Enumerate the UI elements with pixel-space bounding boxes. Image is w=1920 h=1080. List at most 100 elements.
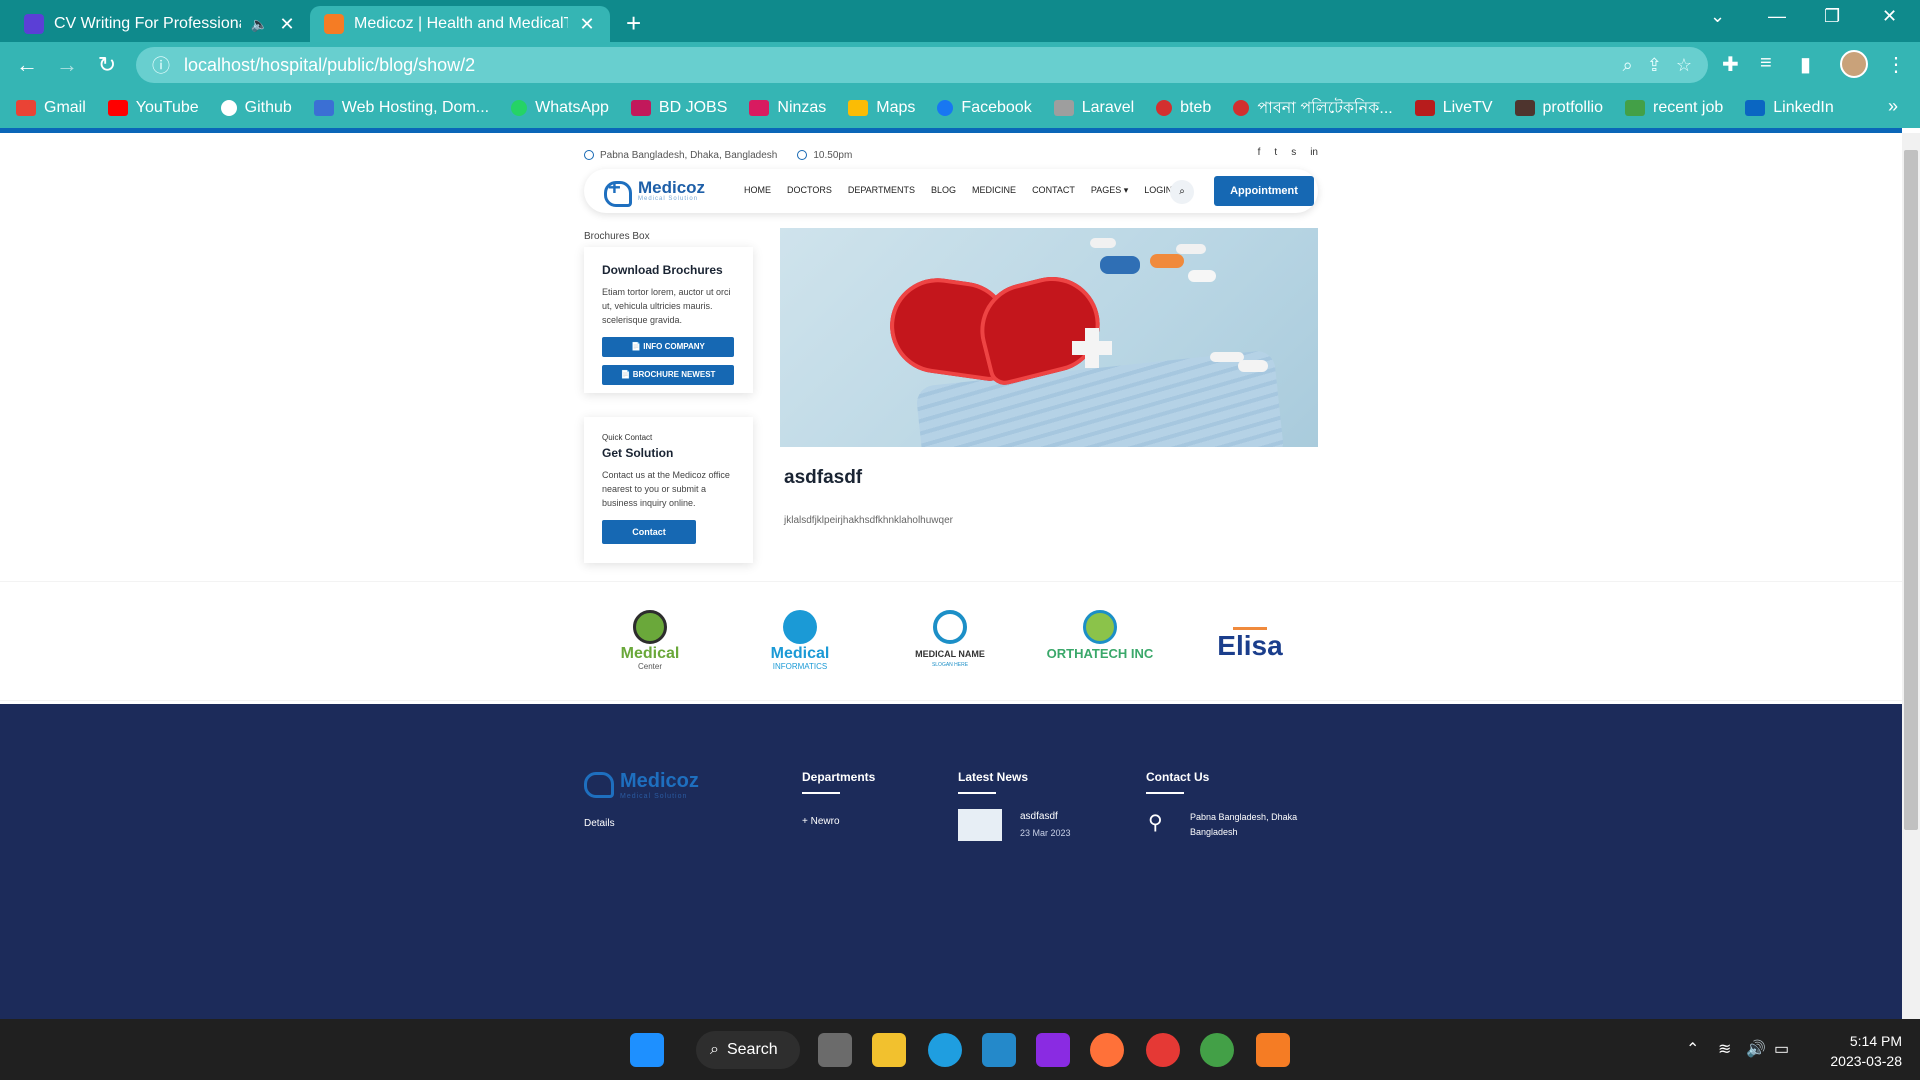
brand-medical-name[interactable]: MEDICAL NAME SLOGAN HERE: [890, 610, 1010, 668]
bookmark-youtube[interactable]: YouTube: [107, 99, 199, 117]
edge-icon[interactable]: [928, 1033, 962, 1067]
back-icon[interactable]: ←: [12, 52, 42, 78]
skype-icon[interactable]: s: [1291, 147, 1296, 158]
footer-logo[interactable]: Medicoz Medical Solution: [584, 770, 699, 800]
forward-icon[interactable]: →: [52, 52, 82, 78]
tab-cv-writing[interactable]: CV Writing For Professionals 🔈 ✕: [10, 6, 310, 42]
button-label: BROCHURE NEWEST: [632, 370, 716, 379]
search-label: Search: [726, 1041, 778, 1058]
page-scrollbar-thumb[interactable]: [1904, 150, 1918, 830]
wifi-icon[interactable]: ≋: [1718, 1039, 1731, 1059]
bookmark-maps[interactable]: Maps: [848, 99, 915, 117]
brand-orthatech[interactable]: ORTHATECH INC: [1040, 610, 1160, 662]
tab-favicon-icon: [24, 14, 44, 34]
menu-pages[interactable]: PAGES ▾: [1091, 185, 1128, 196]
bookmark-bdjobs[interactable]: BD JOBS: [630, 99, 727, 117]
bookmark-pabna-polytechnic[interactable]: পাবনা পলিটেকনিক...: [1233, 95, 1393, 122]
facebook-icon[interactable]: f: [1258, 147, 1261, 158]
task-view-icon[interactable]: [818, 1033, 852, 1067]
brochure-newest-button[interactable]: 📄 BROCHURE NEWEST: [602, 365, 734, 385]
medical-center-logo-icon: [633, 610, 667, 644]
heartbeat-logo-icon: [1233, 610, 1267, 630]
tab-search-icon[interactable]: ⌄: [1710, 6, 1725, 27]
bookmark-livetv[interactable]: LiveTV: [1414, 99, 1493, 117]
speaker-icon[interactable]: 🔈: [251, 16, 268, 33]
volume-icon[interactable]: 🔊: [1746, 1039, 1766, 1059]
brand-medical-informatics[interactable]: Medical INFORMATICS: [740, 610, 860, 671]
bookmark-bteb[interactable]: bteb: [1156, 99, 1211, 117]
bookmark-linkedin[interactable]: LinkedIn: [1745, 99, 1834, 117]
close-tab-icon[interactable]: ✕: [278, 14, 296, 35]
menu-departments[interactable]: DEPARTMENTS: [848, 185, 915, 196]
close-window-icon[interactable]: ✕: [1882, 6, 1897, 27]
appointment-button[interactable]: Appointment: [1214, 176, 1314, 206]
menu-login[interactable]: LOGIN: [1144, 185, 1172, 196]
menu-contact[interactable]: CONTACT: [1032, 185, 1075, 196]
brand-name: Medical: [770, 645, 830, 662]
contact-button[interactable]: Contact: [602, 520, 696, 544]
reload-icon[interactable]: ↻: [92, 52, 122, 78]
bookmark-ninzas[interactable]: Ninzas: [749, 99, 826, 117]
linkedin-icon[interactable]: in: [1310, 147, 1318, 158]
system-clock[interactable]: 5:14 PM 2023-03-28: [1812, 1031, 1902, 1071]
share-icon[interactable]: ⇪: [1647, 55, 1662, 76]
media-icon[interactable]: ≡: [1760, 52, 1772, 75]
brand-medical-center[interactable]: Medical Center: [590, 610, 710, 671]
bookmark-label: LinkedIn: [1773, 99, 1834, 116]
bookmark-whatsapp[interactable]: WhatsApp: [511, 99, 609, 117]
menu-home[interactable]: HOME: [744, 185, 771, 196]
url-text[interactable]: localhost/hospital/public/blog/show/2: [184, 55, 1609, 76]
brand-elisa[interactable]: Elisa: [1190, 610, 1310, 660]
news-title[interactable]: asdfasdf: [1020, 811, 1058, 822]
site-logo[interactable]: Medicoz Medical Solution: [602, 175, 705, 207]
youtube-icon: [107, 100, 128, 116]
firefox-icon[interactable]: [1090, 1033, 1124, 1067]
menu-medicine[interactable]: MEDICINE: [972, 185, 1016, 196]
site-info-icon[interactable]: ⓘ: [152, 52, 170, 78]
location-pin-icon: ⚲: [1148, 812, 1163, 834]
bookmark-laravel[interactable]: Laravel: [1053, 99, 1134, 117]
tab-medicoz[interactable]: Medicoz | Health and MedicalTem ✕: [310, 6, 610, 42]
search-icon[interactable]: ⌕: [1170, 180, 1194, 204]
minimize-icon[interactable]: —: [1768, 6, 1786, 27]
vscode-icon[interactable]: [982, 1033, 1016, 1067]
more-bookmarks-icon[interactable]: »: [1888, 96, 1898, 117]
battery-icon[interactable]: ▭: [1774, 1039, 1789, 1059]
browser-titlebar: CV Writing For Professionals 🔈 ✕ Medicoz…: [0, 0, 1920, 42]
bookmark-gmail[interactable]: Gmail: [16, 99, 86, 117]
info-company-button[interactable]: 📄 INFO COMPANY: [602, 337, 734, 357]
menu-blog[interactable]: BLOG: [931, 185, 956, 196]
xampp-icon[interactable]: [1256, 1033, 1290, 1067]
bookmark-facebook[interactable]: Facebook: [937, 99, 1032, 117]
zoom-icon[interactable]: ⌕: [1623, 55, 1633, 76]
footer-department-item[interactable]: + Newro: [802, 816, 840, 827]
menu-kebab-icon[interactable]: ⋮: [1886, 52, 1906, 77]
side-panel-icon[interactable]: ▮: [1800, 52, 1811, 77]
bookmark-github[interactable]: Github: [220, 99, 292, 117]
menu-doctors[interactable]: DOCTORS: [787, 185, 832, 196]
bookmark-protfollio[interactable]: protfollio: [1514, 99, 1603, 117]
extensions-icon[interactable]: ✚: [1722, 52, 1739, 77]
bookmark-star-icon[interactable]: ☆: [1676, 55, 1692, 76]
news-thumbnail[interactable]: [958, 809, 1002, 841]
restore-icon[interactable]: ❐: [1824, 6, 1840, 27]
address-text: Pabna Bangladesh, Dhaka, Bangladesh: [600, 149, 778, 161]
address-bar[interactable]: ⓘ localhost/hospital/public/blog/show/2 …: [136, 47, 1708, 83]
footer-contact-heading: Contact Us: [1146, 770, 1209, 794]
twitter-icon[interactable]: t: [1274, 147, 1277, 158]
tray-overflow-icon[interactable]: ⌃: [1686, 1039, 1699, 1059]
bookmark-web-hosting[interactable]: Web Hosting, Dom...: [313, 99, 489, 117]
file-explorer-icon[interactable]: [872, 1033, 906, 1067]
chrome-icon[interactable]: [1146, 1033, 1180, 1067]
profile-avatar[interactable]: [1840, 50, 1868, 78]
close-tab-icon[interactable]: ✕: [578, 14, 596, 35]
new-tab-icon[interactable]: +: [626, 8, 641, 39]
footer-departments-heading: Departments: [802, 770, 875, 794]
phpstorm-icon[interactable]: [1036, 1033, 1070, 1067]
taskbar-search[interactable]: ⌕ Search: [696, 1031, 800, 1069]
brand-name: MEDICAL NAME: [915, 649, 985, 659]
bookmark-recent-job[interactable]: recent job: [1625, 99, 1723, 117]
brand-sub: INFORMATICS: [772, 662, 828, 671]
windows-start-icon[interactable]: [630, 1033, 664, 1067]
chrome-profile-icon[interactable]: [1200, 1033, 1234, 1067]
